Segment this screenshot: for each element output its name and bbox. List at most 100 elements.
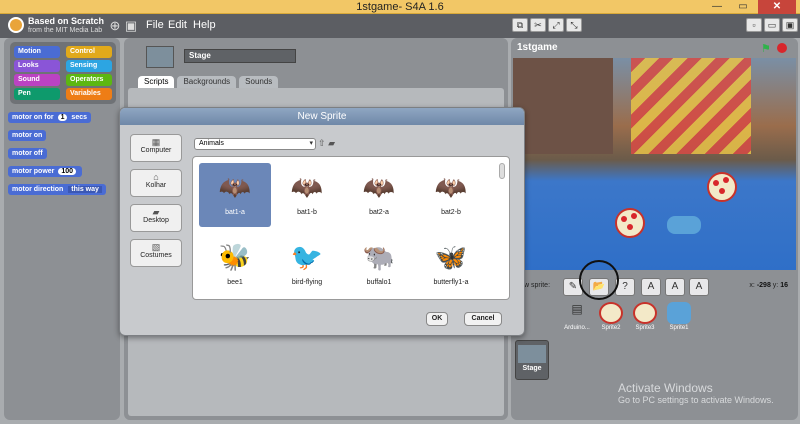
sprite1-dog[interactable] [667,216,701,234]
folder-icon: ▰ [152,207,160,217]
block-arg[interactable]: 1 [57,114,68,121]
sprite-list: ▤ Arduino... Sprite2 Sprite3 Sprite1 [563,302,693,331]
green-flag-icon[interactable]: ⚑ [761,42,771,55]
close-window-button[interactable]: ✕ [758,0,796,14]
scratch-logo-icon [8,17,24,33]
ok-button[interactable]: OK [426,312,448,326]
block-motor-off[interactable]: motor off [8,148,47,159]
tab-backgrounds[interactable]: Backgrounds [177,76,237,88]
sprite-item[interactable]: Sprite2 [597,302,625,331]
window-title-bar: 1stgame- S4A 1.6 — ▭ ✕ [0,0,800,14]
place-computer[interactable]: ▦ Computer [130,134,182,162]
file-item-bat2-a[interactable]: 🦇 bat2-a [343,163,415,227]
view-mode-buttons: ▫ ▭ ▣ [746,18,798,32]
cancel-button[interactable]: Cancel [464,312,502,326]
y-value: 16 [780,282,788,289]
sprite-mode-b-icon[interactable]: A [665,278,685,296]
sprite-mode-a-icon[interactable]: A [641,278,661,296]
editor-tabs: Scripts Backgrounds Sounds [138,76,279,88]
sprite-thumbnail [633,302,657,324]
new-folder-icon[interactable]: ▰ [328,138,335,148]
block-arg[interactable]: 100 [58,168,77,175]
vertical-scrollbar[interactable] [499,163,505,179]
category-pen[interactable]: Pen [14,88,60,100]
block-motor-power[interactable]: motor power 100 [8,166,83,177]
block-motor-on[interactable]: motor on [8,130,47,141]
y-label: y: [772,282,779,289]
file-item-bat2-b[interactable]: 🦇 bat2-b [415,163,487,227]
tab-scripts[interactable]: Scripts [138,76,175,88]
cut-icon[interactable]: ✂ [530,18,546,32]
sprite-name: Sprite3 [635,325,655,331]
normal-stage-icon[interactable]: ▭ [764,18,780,32]
folder-name: Animals [199,140,224,147]
new-sprite-bar: New sprite: ✎ 📂 ? A A A x: -298 y: 16 [515,278,794,298]
small-stage-icon[interactable]: ▫ [746,18,762,32]
shrink-icon[interactable]: ⤡ [566,18,582,32]
menu-edit[interactable]: Edit [168,19,187,31]
sprite3-ball[interactable] [615,208,645,238]
grow-icon[interactable]: ⤢ [548,18,564,32]
up-folder-icon[interactable]: ⇧ [318,138,326,148]
file-item-butterfly1-a[interactable]: 🦋 butterfly1-a [415,233,487,297]
place-kolhar[interactable]: ⌂ Kolhar [130,169,182,197]
place-desktop[interactable]: ▰ Desktop [130,204,182,232]
stop-icon[interactable] [777,43,787,53]
file-label: bird-flying [291,279,323,286]
menu-help[interactable]: Help [193,19,216,31]
block-dropdown[interactable]: this way [68,186,102,193]
file-item-bat1-a[interactable]: 🦇 bat1-a [199,163,271,227]
file-item-bat1-b[interactable]: 🦇 bat1-b [271,163,343,227]
place-costumes[interactable]: ▧ Costumes [130,239,182,267]
block-list: motor on for 1 secs motor on motor off m… [8,110,120,200]
sprite-item[interactable]: Sprite1 [665,302,693,331]
file-thumbnail: 🐃 [362,242,396,272]
stage-selector[interactable]: Stage [515,340,549,380]
save-icon[interactable]: ▣ [124,19,138,33]
sprite-thumbnail [599,302,623,324]
sprite-name: Sprite1 [669,325,689,331]
stage-canvas[interactable] [513,58,796,270]
category-operators[interactable]: Operators [66,74,112,86]
minimize-button[interactable]: — [704,0,730,14]
sprite2-ball[interactable] [707,172,737,202]
watermark-line1: Activate Windows [618,381,713,395]
highlight-circle [579,260,619,300]
category-motion[interactable]: Motion [14,46,60,58]
tab-sounds[interactable]: Sounds [239,76,279,88]
folder-selector[interactable]: Animals ▾ [194,138,316,150]
presentation-icon[interactable]: ▣ [782,18,798,32]
file-item-bird-flying[interactable]: 🐦 bird-flying [271,233,343,297]
sprite-name: Sprite2 [601,325,621,331]
watermark-line2: Go to PC settings to activate Windows. [618,395,774,405]
stage-selector-label: Stage [522,365,542,372]
category-looks[interactable]: Looks [14,60,60,72]
project-name: 1stgame [517,42,558,53]
x-value: -298 [756,282,771,289]
logo-line2: from the MIT Media Lab [28,27,103,34]
sprite-item[interactable]: ▤ Arduino... [563,302,591,331]
file-thumbnail: 🦇 [434,172,468,202]
file-item-bee1[interactable]: 🐝 bee1 [199,233,271,297]
activate-windows-watermark: Activate Windows Go to PC settings to ac… [618,381,774,405]
globe-icon[interactable]: ⊕ [108,19,122,33]
category-control[interactable]: Control [66,46,112,58]
place-label: Desktop [143,217,169,224]
menu-file[interactable]: File [146,19,164,31]
sprite-item[interactable]: Sprite3 [631,302,659,331]
place-label: Kolhar [145,182,167,189]
block-motor-direction[interactable]: motor direction this way [8,184,106,195]
maximize-button[interactable]: ▭ [730,0,756,14]
sprite-name-field[interactable]: Stage [184,49,296,63]
block-motor-on-for[interactable]: motor on for 1 secs [8,112,91,123]
duplicate-icon[interactable]: ⧉ [512,18,528,32]
arduino-icon: ▤ [571,302,583,316]
file-item-buffalo1[interactable]: 🐃 buffalo1 [343,233,415,297]
category-sound[interactable]: Sound [14,74,60,86]
category-sensing[interactable]: Sensing [66,60,112,72]
places-sidebar: ▦ Computer ⌂ Kolhar ▰ Desktop ▧ Costumes [130,134,184,274]
category-variables[interactable]: Variables [66,88,112,100]
computer-icon: ▦ [151,137,161,147]
block-unit: secs [71,114,87,121]
sprite-mode-c-icon[interactable]: A [689,278,709,296]
